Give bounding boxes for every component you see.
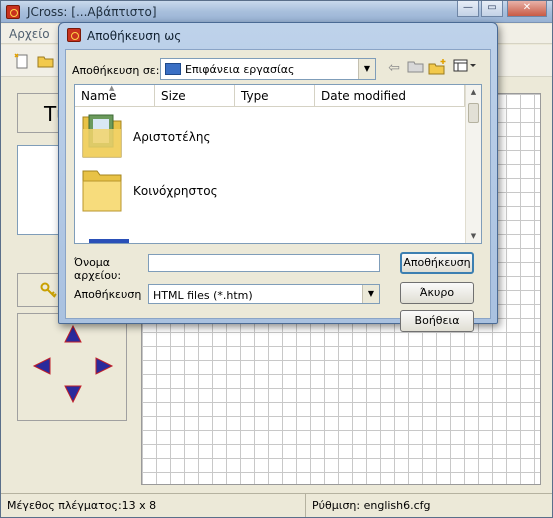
new-file-icon[interactable] [13, 53, 31, 69]
status-grid-size: Μέγεθος πλέγματος:13 x 8 [7, 499, 157, 512]
sort-up-icon: ▲ [109, 84, 115, 92]
arrow-up-icon[interactable] [64, 324, 82, 343]
column-header-size[interactable]: Size [155, 85, 235, 107]
status-config: Ρύθμιση: english6.cfg [305, 494, 552, 517]
maximize-button[interactable]: ▭ [481, 1, 503, 17]
list-item[interactable]: Αριστοτέλης [81, 111, 381, 163]
save-in-dropdown[interactable]: Επιφάνεια εργασίας ▼ [160, 58, 376, 80]
list-item[interactable]: Κοινόχρηστος [81, 165, 381, 217]
savetype-value: HTML files (*.htm) [153, 289, 253, 302]
savetype-dropdown[interactable]: HTML files (*.htm) ▼ [148, 284, 380, 304]
file-name: Κοινόχρηστος [133, 184, 218, 198]
chevron-down-icon[interactable]: ▼ [358, 59, 375, 79]
save-button[interactable]: Αποθήκευση [400, 252, 474, 274]
save-in-value: Επιφάνεια εργασίας [185, 63, 295, 76]
file-name: Αριστοτέλης [133, 130, 211, 144]
dialog-body: Αποθήκευση σε: Επιφάνεια εργασίας ▼ ⇦ ▲ … [65, 49, 491, 332]
scroll-down-icon[interactable]: ▼ [466, 229, 481, 243]
arrow-right-icon[interactable] [95, 357, 114, 375]
savetype-label: Αποθήκευση [74, 288, 142, 301]
up-folder-icon[interactable] [406, 58, 426, 78]
file-list[interactable]: ▲ Name Size Type Date modified Αριστοτέλ… [74, 84, 482, 244]
back-arrow-icon[interactable]: ⇦ [384, 58, 404, 78]
close-button[interactable]: ✕ [507, 1, 547, 17]
menu-file[interactable]: Αρχείο [9, 27, 50, 41]
help-button[interactable]: Βοήθεια [400, 310, 474, 332]
arrow-left-icon[interactable] [32, 357, 51, 375]
dialog-title: Αποθήκευση ως [87, 29, 182, 43]
column-header-name[interactable]: ▲ Name [75, 85, 155, 107]
main-window-title: JCross: [...Αβάπτιστο] [27, 5, 157, 19]
partial-folder-icon [89, 239, 129, 243]
direction-pad [17, 313, 127, 421]
minimize-button[interactable]: — [457, 1, 479, 17]
chevron-down-icon[interactable]: ▼ [362, 285, 379, 303]
dialog-titlebar[interactable]: Αποθήκευση ως [59, 23, 497, 47]
open-folder-icon[interactable] [37, 53, 55, 69]
folder-icon [81, 165, 123, 215]
desktop-icon [165, 63, 181, 75]
user-folder-icon [81, 111, 123, 161]
key-icon [40, 282, 58, 303]
scroll-thumb[interactable] [468, 103, 479, 123]
jcross-app-icon [6, 5, 20, 19]
column-header-date-modified[interactable]: Date modified [315, 85, 465, 107]
file-list-scrollbar[interactable]: ▲ ▼ [465, 85, 481, 243]
statusbar: Μέγεθος πλέγματος:13 x 8 Ρύθμιση: englis… [1, 493, 552, 517]
column-header-type[interactable]: Type [235, 85, 315, 107]
view-menu-icon[interactable] [452, 58, 478, 78]
save-as-dialog: Αποθήκευση ως Αποθήκευση σε: Επιφάνεια ε… [58, 22, 498, 332]
filename-input[interactable] [148, 254, 380, 272]
save-in-label: Αποθήκευση σε: [72, 64, 160, 77]
main-titlebar[interactable]: JCross: [...Αβάπτιστο] — ▭ ✕ [1, 1, 552, 23]
dialog-app-icon [67, 28, 81, 42]
cancel-button[interactable]: Άκυρο [400, 282, 474, 304]
scroll-up-icon[interactable]: ▲ [466, 85, 481, 99]
new-folder-icon[interactable] [428, 58, 448, 78]
arrow-down-icon[interactable] [64, 385, 82, 404]
filename-label: Όνομα αρχείου: [74, 256, 122, 282]
